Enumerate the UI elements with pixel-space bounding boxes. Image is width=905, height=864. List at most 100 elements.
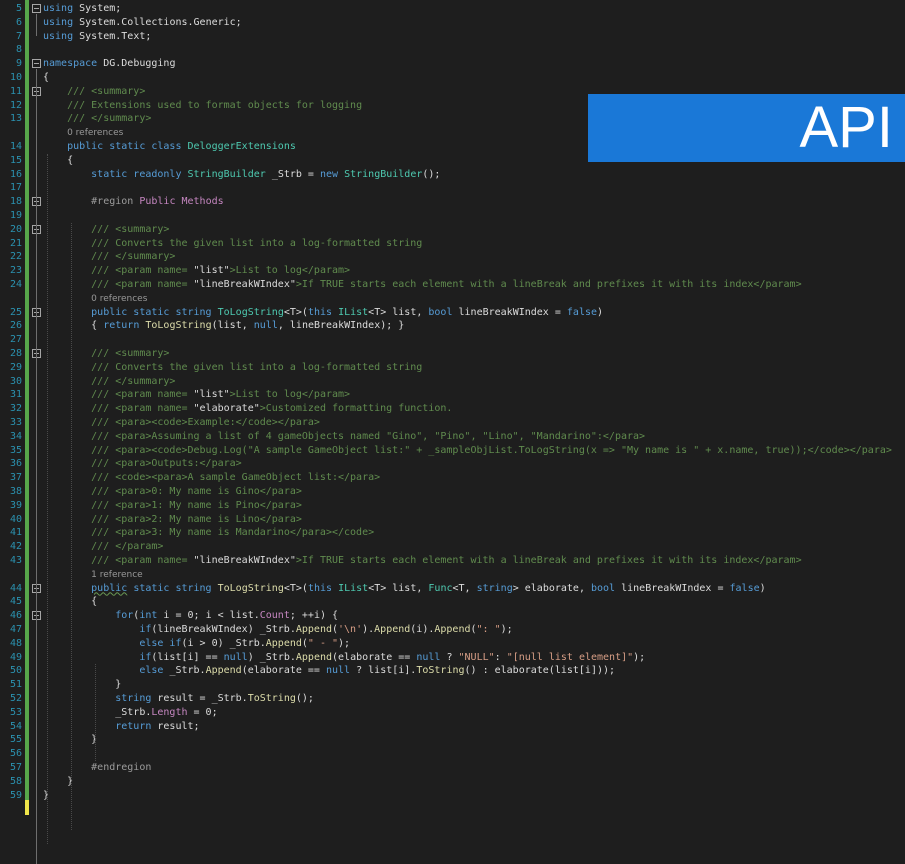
code-text[interactable]: { [67, 154, 73, 168]
line-number: 6 [15, 16, 22, 28]
code-line: 19 [0, 209, 905, 223]
code-token: null [326, 665, 351, 677]
collapse-toggle-icon[interactable] [32, 59, 41, 69]
code-text[interactable]: static readonly StringBuilder _Strb = ne… [91, 168, 440, 182]
code-text[interactable]: for(int i = 0; i < list.Count; ++i) { [115, 609, 338, 623]
code-text[interactable]: /// Extensions used to format objects fo… [67, 99, 362, 113]
code-text[interactable]: /// <para>1: My name is Pino</para> [91, 499, 302, 513]
line-number: 7 [15, 30, 22, 42]
code-text[interactable]: else if(i > 0) _Strb.Append(" - "); [139, 637, 350, 651]
code-token: (list, [211, 320, 248, 332]
code-token: result; [157, 720, 200, 732]
line-number: 9 [15, 58, 22, 70]
code-text[interactable]: /// <summary> [67, 85, 145, 99]
code-text[interactable]: else _Strb.Append(elaborate == null ? li… [139, 664, 615, 678]
code-line: 50 else _Strb.Append(elaborate == null ? … [0, 664, 905, 678]
code-text[interactable]: /// </summary> [91, 375, 175, 389]
code-text[interactable]: /// </summary> [67, 112, 151, 126]
codelens-references[interactable]: 0 references [91, 292, 147, 306]
line-number: 25 [9, 306, 22, 318]
code-token: result = _Strb. [157, 693, 248, 704]
code-text[interactable]: /// </summary> [91, 250, 175, 264]
code-line: 49 if(list[i] == null) _Strb.Append(elabo… [0, 651, 905, 665]
code-token: "NULL" [458, 651, 495, 663]
code-line: 18 #region Public Methods [0, 195, 905, 209]
code-token: /// <param name= [91, 279, 188, 290]
code-text[interactable]: /// <para>Assuming a list of 4 gameObjec… [91, 430, 645, 444]
line-number: 28 [9, 348, 22, 359]
code-text[interactable]: /// <param name= "list">List to log</par… [91, 264, 350, 278]
code-token: false [566, 306, 598, 318]
line-number: 32 [9, 403, 22, 415]
code-text[interactable]: using System; [43, 2, 121, 16]
code-text[interactable]: #region Public Methods [91, 195, 223, 209]
code-text[interactable]: string result = _Strb.ToString(); [115, 692, 314, 706]
code-text[interactable]: /// Converts the given list into a log-f… [91, 237, 422, 251]
code-text[interactable]: if(lineBreakWIndex) _Strb.Append('\n').A… [139, 623, 512, 637]
code-token: this [307, 582, 333, 594]
code-token: ": " [476, 624, 501, 635]
code-text[interactable]: /// </param> [91, 540, 163, 554]
code-line: 59} [0, 789, 905, 803]
code-text[interactable]: namespace DG.Debugging [43, 57, 175, 71]
code-token: lineBreakWIndex = [458, 306, 561, 318]
code-line: 21 /// Converts the given list into a log… [0, 237, 905, 251]
codelens-references[interactable]: 1 reference [91, 568, 143, 582]
code-text[interactable]: { return ToLogString(list, null, lineBre… [91, 319, 404, 333]
line-number: 22 [9, 251, 22, 263]
code-text[interactable]: /// <summary> [91, 347, 169, 361]
code-text[interactable]: /// <para>3: My name is Mandarino</para>… [91, 526, 374, 540]
code-text[interactable]: /// <code><para>A sample GameObject list… [91, 471, 380, 485]
code-token: null [223, 651, 248, 663]
code-token: /// <para>2: My name is Lino</para> [91, 513, 302, 525]
code-text[interactable]: /// <param name= "list">List to log</par… [91, 388, 350, 402]
code-text[interactable]: { [91, 595, 97, 609]
code-text[interactable]: /// <para><code>Example:</code></para> [91, 416, 320, 430]
code-text[interactable]: using System.Text; [43, 30, 151, 44]
code-token: (lineBreakWIndex) _Strb. [151, 624, 296, 635]
code-text[interactable]: /// <para>Outputs:</para> [91, 457, 242, 471]
code-text[interactable]: /// <param name= "elaborate">Customized … [91, 402, 452, 416]
code-text[interactable]: #endregion [91, 761, 151, 775]
codelens-references[interactable]: 0 references [67, 126, 123, 140]
code-token: ? [446, 651, 453, 663]
code-token: "lineBreakWIndex" [193, 555, 296, 566]
code-text[interactable]: if(list[i] == null) _Strb.Append(elabora… [139, 651, 645, 665]
code-token: #endregion [91, 762, 152, 773]
code-token: false [729, 582, 760, 594]
code-text[interactable]: /// <param name= "lineBreakWIndex">If TR… [91, 554, 801, 568]
line-number: 51 [9, 679, 22, 691]
code-line: 29 /// Converts the given list into a log… [0, 361, 905, 375]
code-token: Append [295, 624, 332, 635]
code-text[interactable]: /// <summary> [91, 223, 169, 237]
code-text[interactable]: using System.Collections.Generic; [43, 16, 242, 30]
code-text[interactable]: /// <para>2: My name is Lino</para> [91, 513, 302, 527]
code-text[interactable]: /// <para>0: My name is Gino</para> [91, 485, 302, 499]
code-text[interactable]: /// Converts the given list into a log-f… [91, 361, 422, 375]
code-text[interactable]: public static class DeloggerExtensions [67, 140, 296, 154]
code-line: 22 /// </summary> [0, 250, 905, 264]
code-token: (); [422, 168, 441, 180]
code-line: 9 namespace DG.Debugging [0, 57, 905, 71]
codelens-row: 1 reference [0, 568, 905, 582]
code-line: 54 return result; [0, 720, 905, 734]
code-token: /// Converts the given list into a log-f… [91, 237, 423, 249]
code-token: "list" [193, 265, 230, 277]
code-text[interactable]: /// <param name= "lineBreakWIndex">If TR… [91, 278, 801, 292]
code-token: ToString [247, 693, 296, 704]
code-token: Append [205, 665, 242, 677]
code-text[interactable]: { [43, 71, 49, 85]
code-token: /// <para>0: My name is Gino</para> [91, 486, 302, 497]
code-token: else [139, 665, 164, 677]
code-text[interactable]: /// <para><code>Debug.Log("A sample Game… [91, 444, 892, 458]
code-text[interactable]: public static string ToLogString<T>(this… [91, 306, 603, 320]
code-token: /// <param name= [91, 403, 188, 415]
collapse-toggle-icon[interactable] [32, 4, 41, 13]
code-text[interactable]: public static string ToLogString<T>(this… [91, 582, 766, 596]
code-text[interactable]: } [115, 678, 121, 692]
code-text[interactable]: return result; [115, 720, 199, 734]
line-number: 20 [9, 223, 22, 235]
line-number: 23 [9, 265, 22, 277]
code-text[interactable]: _Strb.Length = 0; [115, 706, 217, 720]
code-line: 6 using System.Collections.Generic; [0, 16, 905, 30]
